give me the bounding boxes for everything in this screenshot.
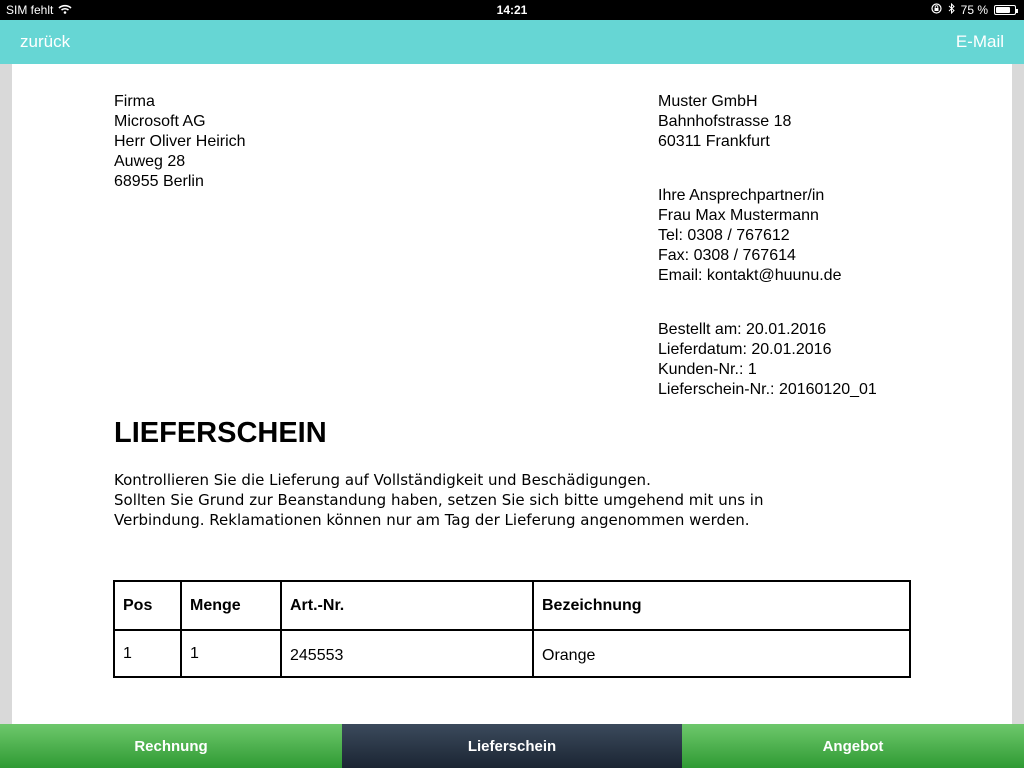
contact-line: Frau Max Mustermann	[658, 207, 819, 224]
recipient-line: Firma	[114, 93, 155, 110]
bluetooth-icon	[948, 2, 955, 17]
intro-line: Kontrollieren Sie die Lieferung auf Voll…	[114, 471, 651, 489]
contact-line: Tel: 0308 / 767612	[658, 227, 790, 244]
table-row: 1 1 245553 Orange	[113, 629, 911, 678]
contact-line: Fax: 0308 / 767614	[658, 247, 796, 264]
document-scroll-area[interactable]: Firma Microsoft AG Herr Oliver Heirich A…	[0, 64, 1024, 724]
header-pos: Pos	[113, 580, 182, 631]
tab-rechnung[interactable]: Rechnung	[0, 724, 342, 768]
order-line: Bestellt am: 20.01.2016	[658, 321, 827, 338]
sender-line: Bahnhofstrasse 18	[658, 113, 792, 130]
navigation-bar: zurück E-Mail	[0, 20, 1024, 64]
cell-pos: 1	[113, 629, 182, 678]
orientation-lock-icon	[931, 3, 942, 17]
intro-line: Verbindung. Reklamationen können nur am …	[114, 511, 750, 529]
recipient-line: Herr Oliver Heirich	[114, 133, 246, 150]
contact-line: Email: kontakt@huunu.de	[658, 267, 842, 284]
recipient-line: Microsoft AG	[114, 113, 206, 130]
recipient-address: Firma Microsoft AG Herr Oliver Heirich A…	[114, 92, 246, 192]
status-time: 14:21	[496, 3, 528, 17]
cell-bezeichnung: Orange	[532, 629, 911, 678]
cell-menge: 1	[180, 629, 282, 678]
contact-line: Ihre Ansprechpartner/in	[658, 187, 825, 204]
document-title: LIEFERSCHEIN	[114, 417, 327, 449]
contact-info: Ihre Ansprechpartner/in Frau Max Musterm…	[658, 186, 841, 286]
intro-text: Kontrollieren Sie die Lieferung auf Voll…	[114, 470, 763, 530]
tab-bar: Rechnung Lieferschein Angebot	[0, 724, 1024, 768]
cell-art-nr: 245553	[280, 629, 534, 678]
tab-lieferschein[interactable]: Lieferschein	[342, 724, 682, 768]
delivery-note-document: Firma Microsoft AG Herr Oliver Heirich A…	[12, 64, 1012, 724]
sender-line: Muster GmbH	[658, 93, 758, 110]
order-line: Lieferschein-Nr.: 20160120_01	[658, 381, 877, 398]
intro-line: Sollten Sie Grund zur Beanstandung haben…	[114, 491, 764, 509]
header-art-nr: Art.-Nr.	[280, 580, 534, 631]
table-header-row: Pos Menge Art.-Nr. Bezeichnung	[113, 580, 911, 631]
battery-icon	[994, 5, 1018, 15]
tab-angebot[interactable]: Angebot	[682, 724, 1024, 768]
battery-percent: 75 %	[960, 3, 988, 17]
sender-address: Muster GmbH Bahnhofstrasse 18 60311 Fran…	[658, 92, 791, 152]
sender-line: 60311 Frankfurt	[658, 133, 770, 150]
items-table: Pos Menge Art.-Nr. Bezeichnung 1 1 24555…	[113, 580, 911, 678]
header-menge: Menge	[180, 580, 282, 631]
email-button[interactable]: E-Mail	[956, 32, 1004, 52]
back-button[interactable]: zurück	[20, 32, 70, 52]
status-bar: SIM fehlt 14:21 75 %	[0, 0, 1024, 20]
header-bezeichnung: Bezeichnung	[532, 580, 911, 631]
order-line: Kunden-Nr.: 1	[658, 361, 757, 378]
order-info: Bestellt am: 20.01.2016 Lieferdatum: 20.…	[658, 320, 877, 400]
recipient-line: Auweg 28	[114, 153, 186, 170]
order-line: Lieferdatum: 20.01.2016	[658, 341, 832, 358]
recipient-line: 68955 Berlin	[114, 173, 204, 190]
